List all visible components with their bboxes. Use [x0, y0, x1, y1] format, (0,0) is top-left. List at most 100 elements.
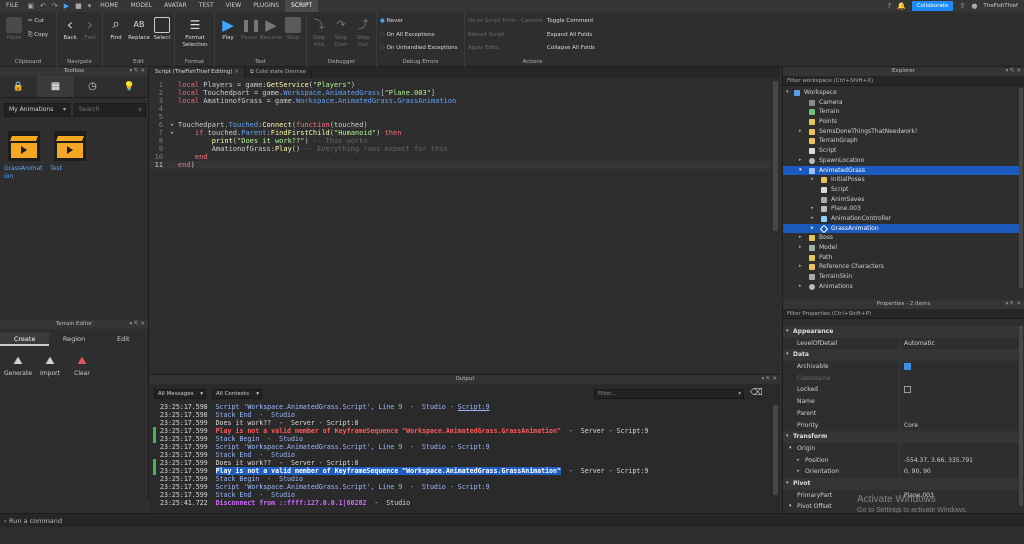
output-filter-input[interactable]: Filter... ▾ — [594, 389, 744, 399]
tree-item-plane003[interactable]: ▸ Plane.003 — [783, 204, 1021, 214]
property-row[interactable]: ▸ Orientation 0, 90, 90 — [783, 466, 1019, 478]
toolbox-item[interactable]: Test — [50, 131, 94, 173]
menu-script[interactable]: SCRIPT — [285, 0, 319, 12]
panel-controls-icon[interactable]: ▾ ⇱ ✕ — [130, 67, 145, 76]
clear-output-icon[interactable]: ⌫ — [750, 388, 763, 398]
property-row[interactable]: LevelOfDetail Automatic — [783, 337, 1019, 350]
step-out-button[interactable]: ⤴ Step Out — [353, 17, 373, 49]
user-name[interactable]: TheFishThief — [980, 3, 1024, 9]
user-icon[interactable]: ● — [968, 2, 980, 10]
property-value[interactable]: 0, 90, 90 — [904, 466, 931, 478]
inventory-icon[interactable]: 🔒 — [0, 76, 37, 97]
apply-edits-button[interactable]: Apply Edits — [468, 45, 499, 51]
copy-button[interactable]: ⎘ Copy — [28, 32, 48, 39]
tree-item-boss[interactable]: ▸ Boss — [783, 233, 1021, 243]
property-row[interactable]: Parent — [783, 407, 1019, 420]
stop-button[interactable]: Stop — [283, 17, 303, 42]
format-selection-button[interactable]: ☰ Format Selection — [178, 17, 212, 49]
panel-controls-icon[interactable]: ▾ ⇱ ✕ — [762, 375, 777, 384]
goto-script-error-button[interactable]: Go to Script Error · Commit — [468, 18, 543, 24]
property-category[interactable]: ▾ Transform — [783, 431, 1019, 443]
chevron-down-icon[interactable]: ▾ — [786, 478, 789, 490]
explorer-filter-input[interactable]: Filter workspace (Ctrl+Shift+X) — [783, 76, 1024, 86]
property-checkbox[interactable] — [904, 384, 911, 396]
more-icon[interactable]: ▾ — [85, 2, 95, 10]
unhandled-exceptions-option[interactable]: ○ On Unhandled Exceptions — [380, 45, 458, 51]
back-button[interactable]: ‹ Back — [61, 17, 79, 42]
property-row[interactable]: ▸ Position -554.37, 3.66, 335.791 — [783, 454, 1019, 467]
clear-button[interactable]: ⛰ Clear — [66, 354, 98, 377]
toolbox-item[interactable]: GrassAnimation — [4, 131, 48, 181]
creations-icon[interactable]: 💡 — [111, 76, 148, 97]
property-value[interactable]: Core — [904, 420, 918, 432]
menu-plugins[interactable]: PLUGINS — [247, 0, 285, 12]
find-button[interactable]: ⌕ Find — [106, 17, 126, 42]
expand-all-folds-button[interactable]: Expand All Folds — [547, 32, 592, 38]
step-into-button[interactable]: ⤵ Step Into — [309, 17, 329, 49]
notification-icon[interactable]: 🔔 — [894, 2, 909, 10]
panel-controls-icon[interactable]: ▾ ⇱ ✕ — [1006, 67, 1021, 76]
menu-test[interactable]: TEST — [193, 0, 220, 12]
tree-item-path[interactable]: Path — [783, 253, 1021, 263]
tab-region[interactable]: Region — [49, 332, 98, 346]
close-icon[interactable]: ✕ — [234, 69, 239, 75]
tree-item-initialposes[interactable]: ▸ InitialPoses — [783, 175, 1021, 185]
checkbox-checked-icon[interactable] — [904, 363, 911, 371]
tree-item-animations[interactable]: ▸ Animations — [783, 282, 1021, 292]
pause-button[interactable]: ❚❚ Pause — [239, 17, 261, 42]
menu-view[interactable]: VIEW — [220, 0, 248, 12]
property-value[interactable]: Automatic — [904, 338, 935, 350]
menu-model[interactable]: MODEL — [124, 0, 158, 12]
property-row[interactable]: Archivable — [783, 361, 1019, 373]
chevron-right-icon[interactable]: ▸ — [797, 455, 800, 467]
property-category[interactable]: ▾ Data — [783, 349, 1019, 362]
context-filter-dropdown[interactable]: All Contexts ▾ — [212, 389, 262, 399]
property-category[interactable]: ▾ Pivot — [783, 477, 1019, 490]
toolbox-search-input[interactable]: Search ⌕ — [74, 103, 146, 117]
properties-scrollbar[interactable] — [1019, 326, 1023, 506]
stop-icon[interactable]: ■ — [72, 2, 85, 10]
tree-item-grassanimation[interactable]: ▸ GrassAnimation — [783, 223, 1021, 234]
command-bar[interactable]: › Run a command — [0, 513, 1024, 527]
tree-item-reference-characters[interactable]: ▸ Reference Characters — [783, 262, 1021, 272]
tab-create[interactable]: Create — [0, 332, 50, 346]
tree-item-folder[interactable]: ▸ SemsDoneThingsThatNeedwork! — [783, 127, 1021, 137]
help-icon[interactable]: ? — [884, 2, 894, 10]
resume-button[interactable]: ▶ Resume — [260, 17, 282, 42]
all-exceptions-option[interactable]: ○ On All Exceptions — [380, 32, 435, 38]
tree-item-terraingraph[interactable]: TerrainGraph — [783, 136, 1021, 146]
tree-item-spawnlocation[interactable]: ▸ SpawnLocation — [783, 156, 1021, 166]
tree-item-camera[interactable]: Camera — [783, 98, 1021, 108]
share-icon[interactable]: ⇪ — [956, 2, 968, 10]
property-row[interactable]: Name — [783, 396, 1019, 408]
save-icon[interactable]: ▣ — [24, 2, 37, 10]
menu-avatar[interactable]: AVATAR — [158, 0, 193, 12]
toggle-comment-button[interactable]: Toggle Comment — [547, 18, 593, 24]
step-over-button[interactable]: ↷ Step Over — [331, 17, 351, 49]
tree-item-workspace[interactable]: ▾ Workspace — [783, 88, 1021, 98]
output-scrollbar[interactable] — [773, 405, 778, 495]
undo-icon[interactable]: ↶ — [37, 2, 49, 10]
property-row[interactable]: ClassName — [783, 372, 1019, 385]
panel-controls-icon[interactable]: ▾ ⇱ ✕ — [1006, 300, 1021, 309]
properties-filter-input[interactable]: Filter Properties (Ctrl+Shift+P) — [783, 309, 1024, 319]
menu-home[interactable]: HOME — [94, 0, 124, 12]
property-checkbox[interactable] — [904, 361, 911, 373]
tree-item-animationcontroller[interactable]: ▸ AnimationController — [783, 214, 1021, 224]
tree-item-terrain[interactable]: Terrain — [783, 107, 1021, 117]
import-button[interactable]: ⛰ Import — [34, 354, 66, 377]
never-option[interactable]: ● Never — [380, 18, 403, 24]
panel-controls-icon[interactable]: ▾ ⇱ ✕ — [130, 320, 145, 329]
property-row[interactable]: ▾ Origin — [783, 442, 1019, 455]
tab-edit[interactable]: Edit — [99, 332, 148, 346]
fold-toggle-icon[interactable]: ▾ — [166, 129, 178, 137]
property-category[interactable]: ▾ Appearance — [783, 326, 1019, 338]
collaborate-button[interactable]: Collaborate — [911, 1, 954, 11]
replace-button[interactable]: AB Replace — [128, 17, 150, 42]
play-icon[interactable]: ▶ — [61, 2, 72, 10]
tree-item-points[interactable]: Points — [783, 117, 1021, 127]
chevron-down-icon[interactable]: ▾ — [786, 326, 789, 338]
menu-file[interactable]: FILE — [0, 0, 24, 12]
paste-button[interactable]: Paste — [5, 17, 23, 42]
select-button[interactable]: Select — [152, 17, 172, 42]
